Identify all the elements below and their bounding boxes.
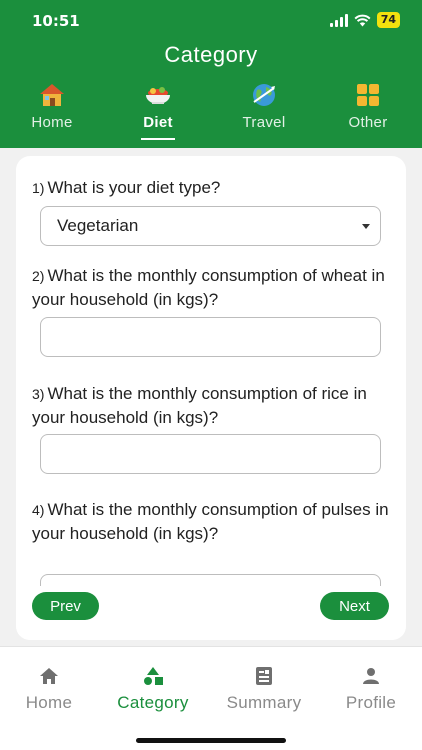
question-2-text: What is the monthly consumption of wheat… [32,266,385,309]
app-header: 10:51 74 Category Home Diet Travel Other [0,0,422,148]
questionnaire-card: 1) What is your diet type? Vegetarian 2) W… [16,156,406,640]
page-title: Category [164,42,258,67]
chevron-down-icon [362,224,370,229]
active-tab-indicator [141,138,175,140]
battery-indicator: 74 [376,12,400,28]
category-tabs: Home Diet Travel Other [0,82,422,148]
diet-type-select[interactable]: Vegetarian [40,206,381,246]
shapes-icon [144,667,163,685]
nav-profile-label: Profile [345,693,397,712]
tab-other[interactable]: Other [318,82,418,131]
tab-home-label: Home [31,114,73,131]
person-icon [363,668,379,684]
rice-consumption-input[interactable] [40,434,381,474]
nav-home[interactable]: Home [0,665,104,713]
bottom-navigation: Home Category Summary Profile [0,646,422,750]
question-1: 1) What is your diet type? [32,176,392,200]
wifi-icon [354,14,371,26]
question-3-number: 3) [32,386,45,402]
grid-icon [357,84,379,106]
question-2: 2) What is the monthly consumption of whe… [32,264,392,312]
tab-diet[interactable]: Diet [108,82,208,140]
globe-icon [253,84,275,106]
question-1-text: What is your diet type? [47,178,221,197]
question-4: 4) What is the monthly consumption of pul… [32,498,392,546]
wheat-consumption-input[interactable] [40,317,381,357]
question-4-number: 4) [32,502,45,518]
nav-home-label: Home [25,693,73,712]
prev-button[interactable]: Prev [32,592,99,620]
food-bowl-icon [146,87,170,104]
question-2-number: 2) [32,268,45,284]
tab-diet-label: Diet [143,114,173,131]
tab-other-label: Other [348,114,388,131]
question-1-number: 1) [32,180,45,196]
diet-type-value: Vegetarian [57,216,139,235]
nav-profile[interactable]: Profile [316,665,422,713]
nav-summary-label: Summary [226,693,302,712]
question-3: 3) What is the monthly consumption of ric… [32,382,392,430]
home-indicator [136,738,286,743]
tab-travel-label: Travel [242,114,286,131]
nav-category[interactable]: Category [98,665,208,713]
house-icon [40,84,64,106]
summary-icon [256,667,272,685]
status-bar: 10:51 74 [0,0,422,42]
next-button[interactable]: Next [320,592,389,620]
nav-summary[interactable]: Summary [209,665,319,713]
status-time: 10:51 [32,12,80,30]
status-indicators: 74 [329,12,400,28]
nav-category-label: Category [117,693,189,712]
home-icon [40,668,58,684]
signal-icon [329,13,348,27]
tab-travel[interactable]: Travel [214,82,314,131]
question-4-text: What is the monthly consumption of pulse… [32,500,389,543]
tab-home[interactable]: Home [2,82,102,131]
question-3-text: What is the monthly consumption of rice … [32,384,367,427]
